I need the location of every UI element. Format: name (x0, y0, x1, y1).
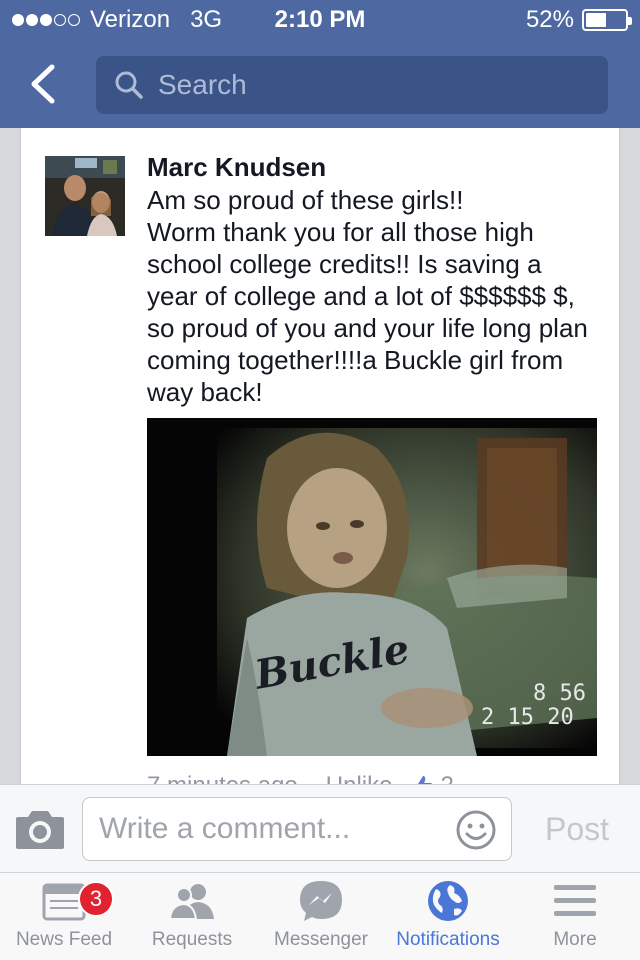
back-button[interactable] (18, 54, 68, 114)
chevron-left-icon (31, 64, 55, 104)
post-timestamp[interactable]: 7 minutes ago (147, 772, 298, 784)
tab-label: More (553, 929, 597, 950)
thumbs-up-icon (412, 776, 433, 784)
battery-icon (582, 9, 632, 31)
photo-time-stamp: 8 56 (533, 681, 586, 706)
notification-badge: 3 (78, 881, 114, 917)
post-author[interactable]: Marc Knudsen (147, 152, 326, 183)
post-photo[interactable]: Buckle 8 56 2 15 20 (147, 418, 597, 756)
status-right: 52% (525, 6, 632, 34)
like-count[interactable]: 2 (410, 772, 454, 784)
search-box[interactable] (96, 56, 608, 114)
comment-input[interactable] (99, 812, 439, 846)
photo-date-stamp: 2 15 20 (481, 705, 574, 730)
post-card: Marc Knudsen Am so proud of these girls!… (20, 128, 620, 784)
nav-bar (0, 40, 640, 128)
unlike-button[interactable]: Unlike (326, 772, 393, 784)
emoji-icon[interactable] (455, 809, 497, 851)
menu-icon (554, 885, 596, 916)
camera-button[interactable] (14, 807, 66, 851)
tab-notifications[interactable]: Notifications (386, 873, 510, 960)
tab-label: News Feed (15, 929, 113, 950)
app-header: Verizon 3G 2:10 PM 52% (0, 0, 640, 128)
author-avatar[interactable] (45, 156, 125, 236)
feed[interactable]: Marc Knudsen Am so proud of these girls!… (0, 128, 640, 784)
tab-messenger[interactable]: Messenger (256, 873, 386, 960)
comment-composer: Post (0, 784, 640, 872)
post-footer: 7 minutes ago · Unlike 2 (147, 772, 454, 784)
battery-percent: 52% (525, 6, 574, 33)
tab-label: Messenger (274, 929, 368, 950)
post-comment-button[interactable]: Post (530, 807, 624, 851)
tab-requests[interactable]: Requests (128, 873, 256, 960)
tab-more[interactable]: More (510, 873, 640, 960)
comment-box[interactable] (82, 797, 512, 861)
tab-news-feed[interactable]: 3 News Feed (0, 873, 128, 960)
camera-icon (16, 811, 64, 849)
globe-icon (428, 881, 468, 921)
messenger-icon (300, 881, 342, 921)
post-text: Am so proud of these girls!! Worm thank … (147, 185, 588, 407)
tab-label: Notifications (396, 929, 500, 950)
status-bar: Verizon 3G 2:10 PM 52% (0, 0, 640, 40)
friend-requests-icon (168, 884, 214, 920)
tab-bar: 3 News Feed Requests Messenger Notificat… (0, 872, 640, 960)
tab-label: Requests (151, 929, 233, 950)
search-input[interactable] (158, 69, 558, 101)
search-icon (115, 71, 143, 99)
like-count-value: 2 (440, 772, 453, 784)
